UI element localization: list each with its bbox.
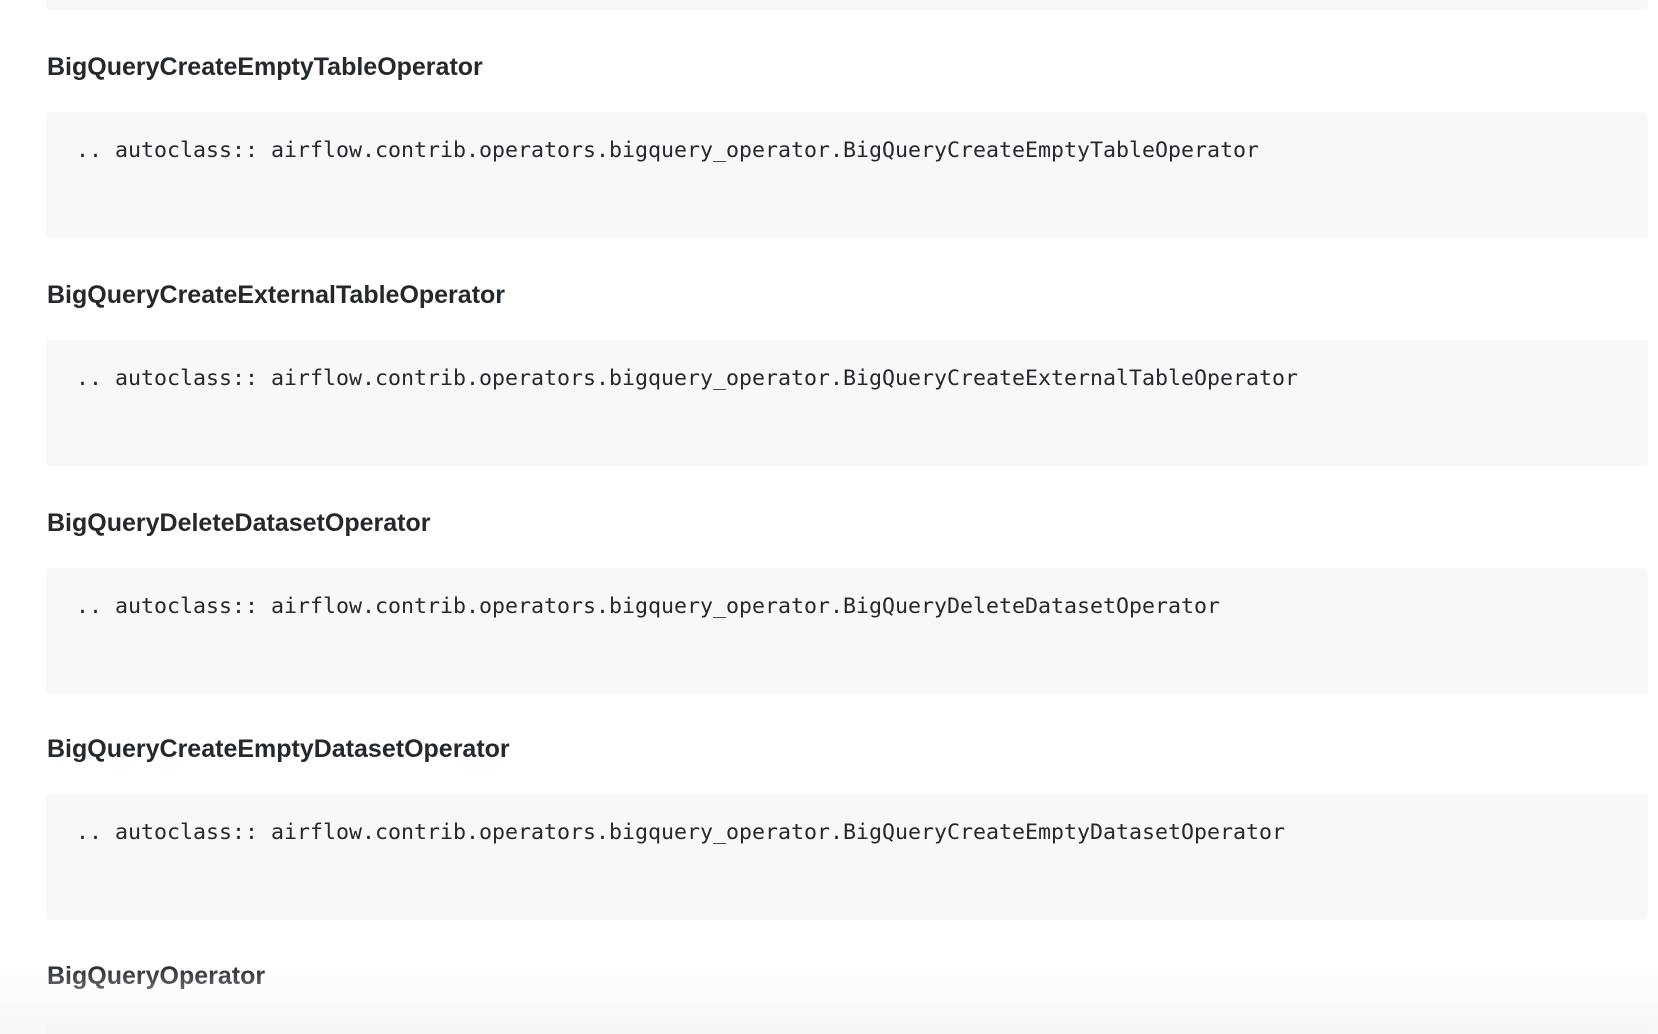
- code-block-delete-dataset-operator: .. autoclass:: airflow.contrib.operators…: [46, 568, 1648, 694]
- code-line: .. autoclass:: airflow.contrib.operators…: [76, 594, 1221, 619]
- code-block-create-empty-dataset-operator: .. autoclass:: airflow.contrib.operators…: [46, 794, 1648, 920]
- code-line: .. autoclass:: airflow.contrib.operators…: [76, 820, 1286, 845]
- next-code-block: [46, 1024, 1648, 1034]
- code-block-create-external-table-operator: .. autoclass:: airflow.contrib.operators…: [46, 340, 1648, 466]
- heading-create-external-table-operator: BigQueryCreateExternalTableOperator: [47, 281, 506, 309]
- heading-create-empty-table-operator: BigQueryCreateEmptyTableOperator: [47, 53, 483, 81]
- code-block-create-empty-table-operator: .. autoclass:: airflow.contrib.operators…: [46, 112, 1648, 238]
- previous-code-block: [46, 0, 1648, 10]
- code-line: .. autoclass:: airflow.contrib.operators…: [76, 138, 1260, 163]
- code-line: .. autoclass:: airflow.contrib.operators…: [76, 366, 1299, 391]
- heading-bigquery-operator: BigQueryOperator: [47, 962, 266, 990]
- document-page: BigQueryCreateEmptyTableOperator .. auto…: [0, 0, 1658, 1034]
- heading-create-empty-dataset-operator: BigQueryCreateEmptyDatasetOperator: [47, 735, 510, 763]
- heading-delete-dataset-operator: BigQueryDeleteDatasetOperator: [47, 509, 431, 537]
